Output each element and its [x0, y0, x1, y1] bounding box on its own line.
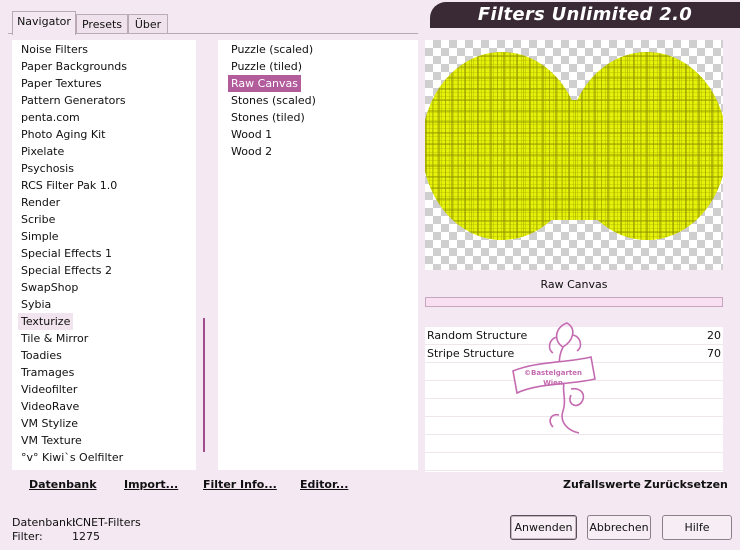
filter-info-button[interactable]: Filter Info...: [203, 478, 277, 491]
category-item[interactable]: °v° Kiwi`s Oelfilter: [18, 449, 126, 466]
tab-navigator[interactable]: Navigator: [12, 11, 76, 35]
filter-item[interactable]: Wood 1: [228, 126, 275, 143]
category-scroll-thumb[interactable]: [203, 318, 205, 452]
preview-zoom-slider[interactable]: [425, 297, 723, 307]
random-values-button[interactable]: Zufallswerte: [563, 478, 641, 491]
tab-ueber[interactable]: Über: [128, 14, 168, 34]
filter-list[interactable]: Puzzle (scaled) Puzzle (tiled) Raw Canvas S…: [218, 40, 418, 470]
param-value[interactable]: 70: [707, 347, 721, 360]
category-item[interactable]: Sybia: [18, 296, 54, 313]
import-button[interactable]: Import...: [124, 478, 178, 491]
category-item[interactable]: Pixelate: [18, 143, 67, 160]
editor-button[interactable]: Editor...: [300, 478, 348, 491]
category-item[interactable]: SwapShop: [18, 279, 81, 296]
preview-image: [425, 40, 723, 270]
reset-button[interactable]: Zurücksetzen: [644, 478, 728, 491]
category-item[interactable]: VM Texture: [18, 432, 85, 449]
category-item[interactable]: Toadies: [18, 347, 65, 364]
filter-item[interactable]: Wood 2: [228, 143, 275, 160]
filter-item[interactable]: Raw Canvas: [228, 75, 302, 92]
filter-item[interactable]: Stones (tiled): [228, 109, 308, 126]
filter-item[interactable]: Stones (scaled): [228, 92, 319, 109]
category-item[interactable]: Tile & Mirror: [18, 330, 91, 347]
category-item[interactable]: Tramages: [18, 364, 77, 381]
status-database-value: ICNET-Filters: [72, 516, 141, 529]
category-item[interactable]: Photo Aging Kit: [18, 126, 108, 143]
status-filter-label: Filter:: [12, 530, 43, 543]
category-item[interactable]: penta.com: [18, 109, 83, 126]
parameter-panel: Random Structure 20 Stripe Structure 70 …: [425, 322, 723, 472]
category-item[interactable]: Paper Backgrounds: [18, 58, 130, 75]
category-item[interactable]: Paper Textures: [18, 75, 105, 92]
category-item[interactable]: Videofilter: [18, 381, 80, 398]
apply-button[interactable]: Anwenden: [510, 515, 577, 540]
category-item[interactable]: Scribe: [18, 211, 58, 228]
category-list[interactable]: Noise Filters Paper Backgrounds Paper Text…: [12, 40, 196, 470]
category-item[interactable]: Psychosis: [18, 160, 77, 177]
status-filter-value: 1275: [72, 530, 100, 543]
category-item[interactable]: VM Stylize: [18, 415, 81, 432]
watermark-logo: ©Bastelgarten Wien: [512, 322, 596, 434]
category-item[interactable]: Texturize: [18, 313, 74, 330]
param-row-empty: [425, 453, 723, 471]
category-item[interactable]: VideoRave: [18, 398, 82, 415]
filter-item[interactable]: Puzzle (tiled): [228, 58, 305, 75]
preview-filter-name: Raw Canvas: [540, 278, 608, 291]
app-title: Filters Unlimited 2.0: [477, 4, 693, 25]
category-item[interactable]: Special Effects 1: [18, 245, 115, 262]
watermark-text-line1: ©Bastelgarten: [524, 369, 582, 377]
category-item[interactable]: RCS Filter Pak 1.0: [18, 177, 120, 194]
status-database-label: Datenbank:: [12, 516, 77, 529]
category-item[interactable]: Special Effects 2: [18, 262, 115, 279]
category-item[interactable]: Simple: [18, 228, 62, 245]
filter-item[interactable]: Puzzle (scaled): [228, 41, 316, 58]
help-button[interactable]: Hilfe: [662, 515, 732, 540]
preview-canvas: [425, 52, 723, 240]
database-button[interactable]: Datenbank: [29, 478, 97, 491]
category-item[interactable]: Render: [18, 194, 63, 211]
category-item[interactable]: Noise Filters: [18, 41, 91, 58]
param-value[interactable]: 20: [707, 329, 721, 342]
tab-presets[interactable]: Presets: [76, 14, 128, 34]
param-label: Stripe Structure: [427, 347, 515, 360]
watermark-text-line2: Wien: [543, 379, 563, 387]
cancel-button[interactable]: Abbrechen: [587, 515, 651, 540]
category-item[interactable]: Pattern Generators: [18, 92, 129, 109]
